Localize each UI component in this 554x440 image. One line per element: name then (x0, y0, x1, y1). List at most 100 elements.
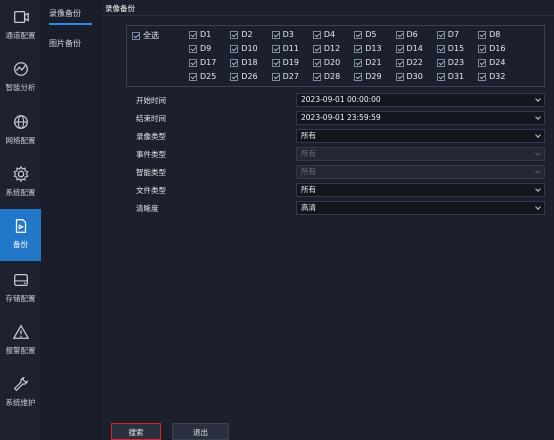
channel-label: D29 (365, 72, 382, 81)
channel-label: D15 (447, 44, 465, 53)
channel-checkbox[interactable]: D19 (271, 58, 299, 67)
select-value: 所有 (301, 131, 316, 140)
checkbox-icon (189, 30, 197, 39)
field-select[interactable]: 所有 (296, 183, 545, 197)
channel-checkbox[interactable]: D10 (230, 44, 258, 53)
channel-checkbox[interactable]: D4 (312, 30, 336, 39)
nav-item-channel-config[interactable]: 通道配置 (0, 0, 41, 52)
channel-checkbox[interactable]: D26 (230, 72, 258, 81)
channel-label: D20 (323, 58, 341, 67)
field-select: 所有 (296, 147, 545, 161)
tab-label: 录像备份 (105, 4, 135, 13)
checkbox-icon (395, 58, 404, 67)
checkbox-icon (271, 44, 280, 53)
channel-checkbox[interactable]: D31 (436, 72, 464, 81)
channel-checkbox[interactable]: D6 (395, 30, 418, 39)
select-value: 2023-09-01 00:00:00 (301, 95, 381, 104)
channel-checkbox[interactable]: D28 (312, 72, 340, 81)
nav-item-backup[interactable]: 备份 (0, 209, 41, 261)
camera-icon (13, 10, 29, 24)
checkbox-icon (271, 58, 280, 67)
field-label: 事件类型 (136, 150, 166, 159)
channel-checkbox[interactable]: D17 (189, 58, 216, 67)
channel-checkbox[interactable]: D16 (478, 44, 505, 53)
channel-checkbox[interactable]: D2 (230, 30, 253, 39)
chevron-down-icon (535, 204, 541, 210)
channel-checkbox[interactable]: D25 (189, 72, 216, 81)
select-value: 高清 (301, 203, 316, 212)
channel-checkbox[interactable]: D27 (271, 72, 299, 81)
divider (102, 15, 554, 16)
tab-video-backup[interactable]: 录像备份 (105, 3, 155, 16)
channel-checkbox[interactable]: D1 (189, 30, 211, 39)
checkbox-icon (312, 58, 321, 67)
channel-label: D4 (323, 30, 336, 39)
channel-checkbox[interactable]: D15 (436, 44, 465, 53)
checkbox-icon (478, 44, 487, 53)
channel-checkbox[interactable]: D11 (271, 44, 299, 53)
nav-item-storage-config[interactable]: 存储配置 (0, 263, 41, 315)
checkbox-icon (312, 72, 321, 81)
checkbox-icon (478, 58, 487, 67)
select-value: 所有 (301, 167, 316, 176)
channel-label: D23 (447, 58, 465, 67)
form-row: 录像类型 所有 (132, 129, 552, 144)
form-row: 清晰度 高清 (132, 201, 552, 216)
channel-checkbox[interactable]: D12 (312, 44, 340, 53)
select-value: 所有 (301, 185, 316, 194)
nav-item-network-config[interactable]: 网络配置 (0, 105, 41, 157)
field-select[interactable]: 2023-09-01 23:59:59 (296, 111, 545, 125)
channel-checkbox[interactable]: D32 (478, 72, 505, 81)
checkbox-icon (478, 72, 487, 81)
channel-checkbox[interactable]: D7 (436, 30, 459, 39)
chevron-down-icon (535, 168, 541, 174)
field-label: 文件类型 (136, 186, 166, 195)
channel-checkbox[interactable]: D18 (230, 58, 258, 67)
form-row: 事件类型 所有 (132, 147, 552, 162)
nav-item-smart-analysis[interactable]: 智能分析 (0, 52, 41, 104)
checkbox-icon (395, 44, 404, 53)
subnav-item-picture-backup[interactable]: 图片备份 (41, 31, 102, 57)
channel-checkbox[interactable]: D8 (478, 30, 500, 39)
channel-label: D25 (200, 72, 217, 81)
checkbox-icon (436, 30, 445, 39)
channel-checkbox[interactable]: D3 (271, 30, 294, 39)
nav-label: 备份 (13, 240, 28, 249)
chevron-down-icon (535, 132, 541, 138)
storage-icon (13, 273, 28, 287)
channel-checkbox[interactable]: D20 (312, 58, 341, 67)
channel-checkbox[interactable]: D30 (395, 72, 423, 81)
channel-label: D32 (489, 72, 506, 81)
field-label: 录像类型 (136, 132, 166, 141)
subnav-item-video-backup[interactable]: 录像备份 (41, 1, 102, 27)
chevron-down-icon (535, 150, 541, 156)
channel-checkbox[interactable]: D14 (395, 44, 423, 53)
checkbox-icon (230, 44, 239, 53)
active-indicator (49, 23, 92, 25)
field-select[interactable]: 高清 (296, 201, 545, 215)
channel-label: D9 (200, 44, 212, 53)
field-select[interactable]: 2023-09-01 00:00:00 (296, 93, 545, 107)
nav-item-system-config[interactable]: 系统配置 (0, 157, 41, 209)
channel-checkbox[interactable]: D23 (436, 58, 465, 67)
checkbox-icon (230, 72, 239, 81)
channel-checkbox[interactable]: D22 (395, 58, 423, 67)
exit-button[interactable]: 退出 (172, 423, 229, 440)
nav-label: 网络配置 (5, 136, 36, 145)
nav-item-system-maintenance[interactable]: 系统维护 (0, 367, 41, 419)
channel-checkbox[interactable]: D5 (354, 30, 376, 39)
search-button[interactable]: 搜索 (111, 423, 161, 440)
nav-label: 系统配置 (5, 188, 36, 197)
field-select[interactable]: 所有 (296, 129, 545, 143)
nav-item-alarm-config[interactable]: 报警配置 (0, 315, 41, 367)
channel-checkbox[interactable]: D21 (354, 58, 382, 67)
channel-checkbox[interactable]: D29 (354, 72, 382, 81)
checkbox-icon (354, 58, 363, 67)
field-label: 结束时间 (136, 114, 166, 123)
form-row: 开始时间 2023-09-01 00:00:00 (132, 93, 552, 108)
channel-checkbox[interactable]: D9 (189, 44, 211, 53)
channel-checkbox[interactable]: D24 (478, 58, 505, 67)
select-all-checkbox[interactable]: 全选 (132, 30, 159, 41)
channel-label: D19 (282, 58, 299, 67)
channel-checkbox[interactable]: D13 (354, 44, 382, 53)
